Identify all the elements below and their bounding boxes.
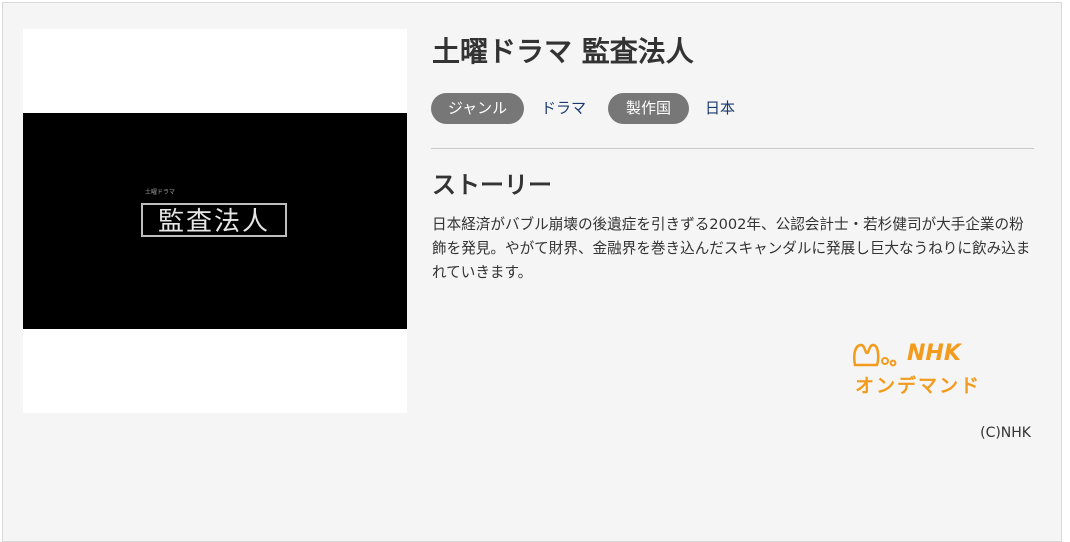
story-text: 日本経済がバブル崩壊の後遺症を引きずる2002年、公認会計士・若杉健司が大手企業…: [432, 216, 1031, 281]
logo-nhk-text: NHK: [907, 341, 961, 366]
country-link[interactable]: 日本: [705, 93, 735, 124]
nhk-ondemand-logo: NHK オンデマンド: [851, 341, 1031, 401]
genre-link[interactable]: ドラマ: [541, 93, 586, 124]
copyright: (C)NHK: [980, 425, 1031, 441]
country-label-badge: 製作国: [608, 93, 689, 124]
thumbnail-subtitle: 土曜ドラマ: [145, 189, 176, 196]
logo-ondemand-text: オンデマンド: [855, 375, 982, 397]
thumbnail-frame: 土曜ドラマ 監査法人: [23, 113, 407, 329]
program-thumbnail[interactable]: 土曜ドラマ 監査法人: [23, 29, 407, 413]
thumbnail-title: 監査法人: [141, 203, 287, 237]
story-heading: ストーリー: [432, 171, 552, 199]
section-divider: [431, 148, 1034, 149]
nhk-mascot-icon: [853, 343, 897, 367]
program-title: 土曜ドラマ 監査法人: [432, 35, 694, 68]
program-card: 土曜ドラマ 監査法人 土曜ドラマ 監査法人 ジャンル ドラマ 製作国 日本 スト…: [2, 2, 1062, 542]
genre-label-badge: ジャンル: [431, 93, 524, 124]
